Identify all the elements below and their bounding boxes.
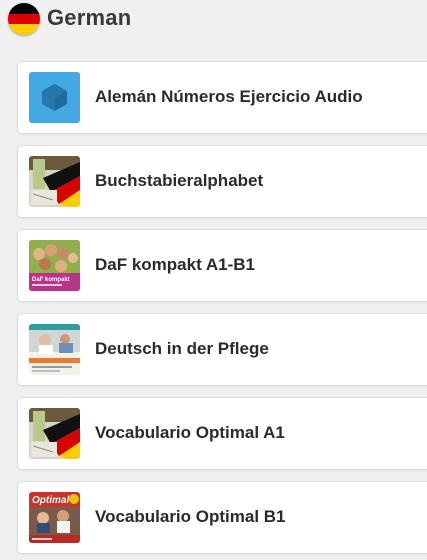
list-item-aleman-numeros[interactable]: Alemán Números Ejercicio Audio <box>17 61 427 134</box>
german-flag-book-thumbnail <box>29 408 80 459</box>
pflege-cover-thumbnail <box>29 324 80 375</box>
item-label: Vocabulario Optimal B1 <box>95 507 286 526</box>
list-item-deutsch-pflege[interactable]: Deutsch in der Pflege <box>17 313 427 386</box>
item-label: Buchstabieralphabet <box>95 171 264 190</box>
germany-flag-icon <box>8 3 40 35</box>
app-cube-icon <box>29 72 80 123</box>
header: German <box>0 0 427 44</box>
item-label: Deutsch in der Pflege <box>95 339 269 358</box>
item-label: Vocabulario Optimal A1 <box>95 423 285 442</box>
list-item-daf-kompakt[interactable]: DaF kompakt DaF kompakt A1-B1 <box>17 229 427 302</box>
german-flag-book-thumbnail <box>29 156 80 207</box>
list-item-buchstabieralphabet[interactable]: Buchstabieralphabet <box>17 145 427 218</box>
cover-text: DaF kompakt <box>32 277 70 283</box>
list-item-vocabulario-a1[interactable]: Vocabulario Optimal A1 <box>17 397 427 470</box>
list-item-vocabulario-b1[interactable]: Optimal Vocabulario Optimal B1 <box>17 481 427 554</box>
optimal-cover-thumbnail: Optimal <box>29 492 80 543</box>
daf-kompakt-cover-thumbnail: DaF kompakt <box>29 240 80 291</box>
cover-text: Optimal <box>32 495 69 506</box>
item-label: DaF kompakt A1-B1 <box>95 255 255 274</box>
page-title: German <box>47 5 132 30</box>
item-label: Alemán Números Ejercicio Audio <box>95 87 363 106</box>
